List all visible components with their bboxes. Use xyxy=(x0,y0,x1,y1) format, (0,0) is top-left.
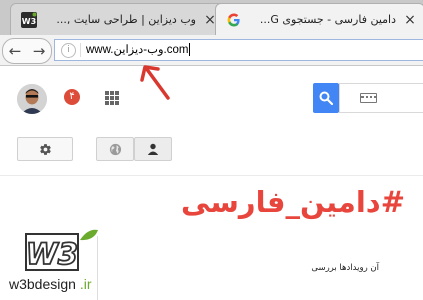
news-snippet: آن رویدادها بررسی xyxy=(311,263,379,273)
watermark-tld: .ir xyxy=(79,276,92,292)
divider xyxy=(0,175,423,176)
watermark-brand: w3bdesign xyxy=(9,276,76,292)
search-input[interactable] xyxy=(339,83,423,113)
keyboard-icon[interactable] xyxy=(360,93,377,103)
settings-button[interactable] xyxy=(17,137,73,161)
account-button[interactable] xyxy=(134,137,172,161)
search-icon xyxy=(319,91,333,105)
user-photo xyxy=(17,84,47,114)
watermark-text: w3bdesign .ir xyxy=(9,276,92,292)
w3b-logo-icon: W3 xyxy=(25,229,98,272)
apps-grid-icon[interactable] xyxy=(105,91,119,105)
avatar[interactable] xyxy=(17,84,47,114)
person-icon xyxy=(147,143,159,155)
notification-badge[interactable]: ۴ xyxy=(64,89,80,105)
search-button[interactable] xyxy=(313,83,339,113)
globe-icon xyxy=(109,143,121,155)
hashtag-title: #دامین_فارسی xyxy=(181,185,405,219)
gear-icon xyxy=(39,143,51,155)
svg-text:W3: W3 xyxy=(26,237,78,271)
language-button[interactable] xyxy=(96,137,134,161)
